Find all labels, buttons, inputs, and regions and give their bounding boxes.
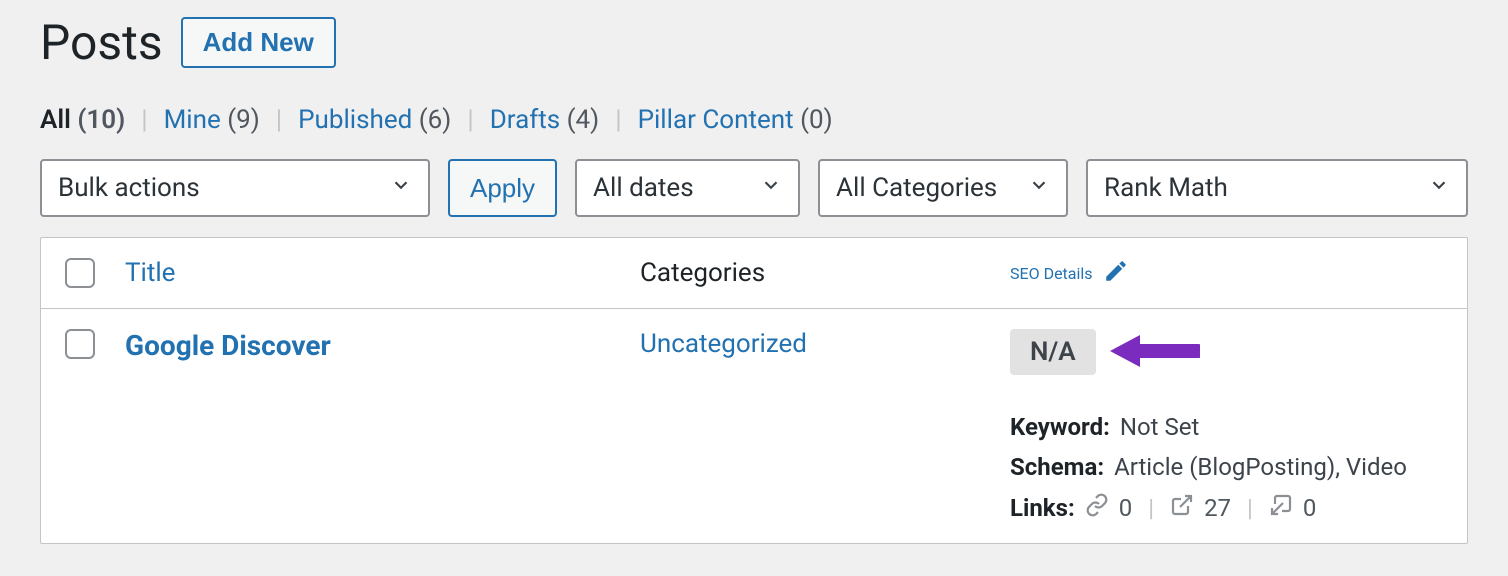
keyword-value: Not Set bbox=[1120, 413, 1199, 441]
seo-schema-row: Schema: Article (BlogPosting), Video bbox=[1010, 453, 1443, 481]
tab-drafts[interactable]: Drafts (4) bbox=[490, 105, 600, 135]
tab-count: (6) bbox=[419, 105, 452, 135]
column-categories: Categories bbox=[640, 258, 765, 288]
chevron-down-icon bbox=[760, 173, 782, 203]
tab-separator: | bbox=[609, 105, 627, 135]
keyword-label: Keyword: bbox=[1010, 413, 1110, 441]
tab-mine[interactable]: Mine (9) bbox=[164, 105, 260, 135]
tab-label: Drafts bbox=[490, 105, 560, 135]
add-new-button[interactable]: Add New bbox=[181, 17, 336, 68]
tab-label: All bbox=[40, 105, 71, 135]
links-external-count: 27 bbox=[1204, 494, 1231, 522]
incoming-link-icon bbox=[1269, 493, 1293, 523]
arrow-annotation-icon bbox=[1110, 331, 1200, 377]
links-incoming-count: 0 bbox=[1303, 494, 1317, 522]
tab-label: Mine bbox=[164, 105, 221, 135]
pencil-icon bbox=[1103, 258, 1129, 288]
bulk-actions-select[interactable]: Bulk actions bbox=[40, 159, 430, 217]
links-separator: | bbox=[1142, 494, 1160, 522]
posts-table: Title Categories SEO Details Google Disc… bbox=[40, 237, 1468, 544]
link-icon bbox=[1085, 493, 1109, 523]
schema-label: Schema: bbox=[1010, 453, 1104, 481]
links-internal-count: 0 bbox=[1119, 494, 1133, 522]
tab-count: (9) bbox=[227, 105, 260, 135]
tab-pillar[interactable]: Pillar Content (0) bbox=[638, 105, 833, 135]
bulk-actions-label: Bulk actions bbox=[58, 173, 200, 203]
dates-select[interactable]: All dates bbox=[575, 159, 800, 217]
seo-cell: N/A Keyword: Not Set Schema: Article (Bl… bbox=[1010, 329, 1443, 523]
links-separator: | bbox=[1241, 494, 1259, 522]
tab-published[interactable]: Published (6) bbox=[298, 105, 451, 135]
schema-value: Article (BlogPosting), Video bbox=[1114, 453, 1407, 481]
post-title-link[interactable]: Google Discover bbox=[125, 329, 331, 362]
seo-keyword-row: Keyword: Not Set bbox=[1010, 413, 1443, 441]
column-seo-details[interactable]: SEO Details bbox=[1010, 258, 1129, 288]
tab-label: Published bbox=[298, 105, 412, 135]
filter-tabs: All (10) | Mine (9) | Published (6) | Dr… bbox=[40, 105, 1468, 135]
tab-separator: | bbox=[135, 105, 153, 135]
row-checkbox[interactable] bbox=[65, 329, 95, 359]
column-title[interactable]: Title bbox=[125, 258, 175, 288]
chevron-down-icon bbox=[1428, 173, 1450, 203]
table-header: Title Categories SEO Details bbox=[41, 238, 1467, 309]
select-all-checkbox[interactable] bbox=[65, 258, 95, 288]
tab-all[interactable]: All (10) bbox=[40, 105, 125, 135]
tab-label: Pillar Content bbox=[638, 105, 794, 135]
category-link[interactable]: Uncategorized bbox=[640, 329, 807, 359]
page-title: Posts bbox=[40, 14, 163, 71]
tab-separator: | bbox=[270, 105, 288, 135]
controls-row: Bulk actions Apply All dates All Categor… bbox=[40, 159, 1468, 217]
apply-button[interactable]: Apply bbox=[448, 159, 557, 217]
seo-score-badge[interactable]: N/A bbox=[1010, 329, 1096, 375]
categories-select[interactable]: All Categories bbox=[818, 159, 1068, 217]
rankmath-label: Rank Math bbox=[1104, 173, 1228, 203]
column-seo-label: SEO Details bbox=[1010, 264, 1093, 283]
seo-links-row: Links: 0 | 27 | 0 bbox=[1010, 493, 1443, 523]
tab-count: (4) bbox=[567, 105, 600, 135]
rankmath-select[interactable]: Rank Math bbox=[1086, 159, 1468, 217]
links-label: Links: bbox=[1010, 494, 1075, 522]
tab-count: (10) bbox=[77, 105, 125, 135]
chevron-down-icon bbox=[390, 173, 412, 203]
dates-label: All dates bbox=[593, 173, 694, 203]
categories-label: All Categories bbox=[836, 173, 997, 203]
table-row: Google Discover Uncategorized N/A Keywor… bbox=[41, 309, 1467, 543]
tab-count: (0) bbox=[800, 105, 833, 135]
chevron-down-icon bbox=[1028, 173, 1050, 203]
external-link-icon bbox=[1170, 493, 1194, 523]
tab-separator: | bbox=[461, 105, 479, 135]
